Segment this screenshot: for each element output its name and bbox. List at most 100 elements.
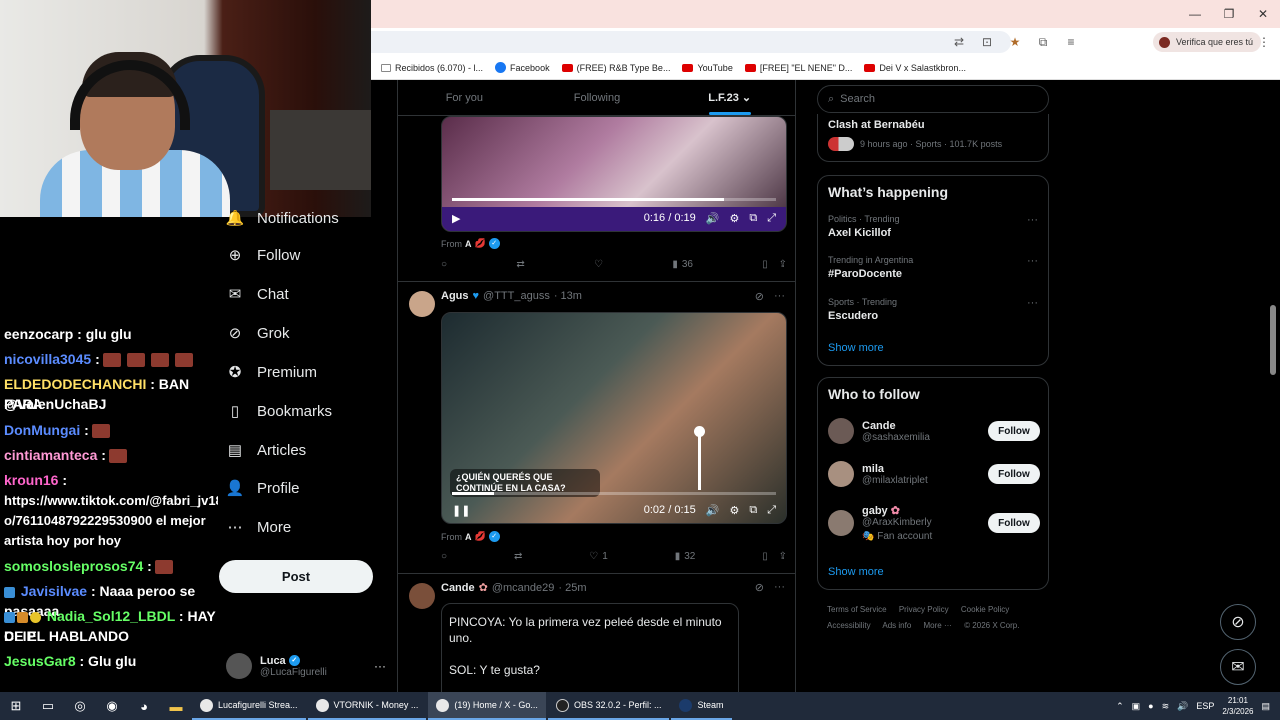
follow-button[interactable]: Follow: [988, 513, 1040, 533]
bookmark-item[interactable]: Recibidos (6.070) - l...: [381, 63, 483, 73]
notifications-icon[interactable]: ▤: [1261, 701, 1270, 712]
tweet-text-box[interactable]: PINCOYA: Yo la primera vez peleé desde e…: [441, 603, 739, 692]
grok-icon[interactable]: ⊘: [755, 581, 764, 594]
taskbar-app[interactable]: VTORNIK - Money ...: [307, 692, 427, 720]
nav-articles[interactable]: ▤ Articles: [226, 437, 306, 463]
views-button[interactable]: ▮ 32: [675, 551, 696, 562]
nav-bookmarks[interactable]: ▯ Bookmarks: [226, 398, 332, 424]
taskbar-app[interactable]: Lucafigurelli Strea...: [192, 692, 306, 720]
author-handle[interactable]: @mcande29: [492, 582, 555, 594]
grok-fab-button[interactable]: ⊘: [1220, 604, 1256, 640]
nav-follow[interactable]: ⊕ Follow: [226, 242, 301, 268]
volume-icon[interactable]: 🔊: [706, 212, 720, 225]
more-icon[interactable]: ···: [774, 581, 785, 594]
footer-link[interactable]: Accessibility: [827, 621, 871, 630]
nav-grok[interactable]: ⊘ Grok: [226, 320, 290, 346]
footer-link[interactable]: Privacy Policy: [899, 605, 949, 614]
nav-chat[interactable]: ✉ Chat: [226, 281, 289, 307]
wifi-icon[interactable]: ≋: [1162, 701, 1170, 712]
volume-slider[interactable]: [698, 428, 701, 490]
views-button[interactable]: ▮ 36: [672, 259, 693, 270]
taskbar-app[interactable]: (19) Home / X - Go...: [428, 692, 546, 720]
footer-link[interactable]: Cookie Policy: [961, 605, 1009, 614]
trend-item[interactable]: Sports · Trending Escudero: [828, 297, 897, 322]
settings-icon[interactable]: ⚙: [729, 504, 739, 517]
avatar[interactable]: [409, 291, 435, 317]
chevron-up-icon[interactable]: ⌃: [1116, 701, 1124, 712]
reply-button[interactable]: ○: [441, 551, 447, 562]
bookmark-button[interactable]: ▯ ⇪: [762, 259, 787, 270]
translate-icon[interactable]: ⇄: [950, 33, 968, 51]
show-more-link[interactable]: Show more: [828, 566, 884, 578]
more-icon[interactable]: ···: [774, 290, 785, 303]
bookmark-item[interactable]: YouTube: [682, 63, 733, 73]
page-scrollbar[interactable]: [1270, 305, 1276, 375]
language-indicator[interactable]: ESP: [1196, 701, 1214, 711]
profile-verify-pill[interactable]: Verifica que eres tú: [1153, 32, 1262, 52]
taskbar-app[interactable]: Steam: [671, 692, 732, 720]
grok-icon[interactable]: ⊘: [755, 290, 764, 303]
volume-slider-handle[interactable]: [694, 426, 705, 437]
nav-premium[interactable]: ✪ Premium: [226, 359, 317, 385]
fullscreen-icon[interactable]: ⤢: [767, 504, 776, 517]
restore-button[interactable]: ❐: [1212, 0, 1246, 28]
follow-button[interactable]: Follow: [988, 421, 1040, 441]
footer-link[interactable]: Ads info: [882, 621, 911, 630]
bookmark-button[interactable]: ▯ ⇪: [762, 551, 787, 562]
windows-start-icon[interactable]: ⊞: [0, 692, 32, 720]
microphone-icon[interactable]: ●: [1148, 701, 1153, 711]
bookmark-item[interactable]: Dei V x Salastkbron...: [864, 63, 966, 73]
nav-more[interactable]: ⋯ More: [226, 514, 292, 540]
author-name[interactable]: Agus: [441, 290, 469, 302]
follow-suggestion[interactable]: Cande @sashaxemilia Follow: [828, 418, 1040, 444]
reply-button[interactable]: ○: [441, 259, 447, 270]
video-progress[interactable]: [452, 492, 776, 495]
more-icon[interactable]: ···: [1027, 214, 1038, 226]
avatar[interactable]: [409, 583, 435, 609]
search-icon[interactable]: ◎: [64, 692, 96, 720]
folder-icon[interactable]: ▬: [160, 692, 192, 720]
search-input[interactable]: ⌕ Search: [817, 85, 1049, 113]
more-icon[interactable]: ···: [1027, 255, 1038, 267]
like-button[interactable]: ♡ 1: [589, 551, 608, 562]
reading-list-icon[interactable]: ≡: [1062, 33, 1080, 51]
video-progress[interactable]: [452, 198, 776, 201]
pause-icon[interactable]: ❚❚: [452, 504, 470, 517]
from-name[interactable]: A: [465, 239, 472, 249]
trend-item[interactable]: Politics · Trending Axel Kicillof: [828, 214, 900, 239]
trend-item[interactable]: Trending in Argentina #ParoDocente: [828, 255, 913, 280]
footer-link[interactable]: More ···: [924, 621, 952, 630]
tweet-time[interactable]: · 13m: [554, 290, 582, 302]
account-switcher[interactable]: Luca ✓ @LucaFigurelli ···: [226, 649, 386, 683]
star-icon[interactable]: ★: [1006, 33, 1024, 51]
pip-icon[interactable]: ⧉: [749, 504, 757, 517]
steam-icon[interactable]: ◉: [96, 692, 128, 720]
trend-card-top[interactable]: Clash at Bernabéu 9 hours ago · Sports ·…: [817, 114, 1049, 162]
close-window-button[interactable]: ✕: [1246, 0, 1280, 28]
bookmark-item[interactable]: [FREE] "EL NENE" D...: [744, 63, 852, 73]
discord-icon[interactable]: ◕: [128, 692, 160, 720]
more-icon[interactable]: ···: [1027, 297, 1038, 309]
footer-link[interactable]: Terms of Service: [827, 605, 887, 614]
task-view-icon[interactable]: ▭: [32, 692, 64, 720]
install-app-icon[interactable]: ⊡: [978, 33, 996, 51]
tweet-video[interactable]: ¿QUIÉN QUERÉS QUE CONTINÚE EN LA CASA? ❚…: [441, 312, 787, 524]
show-more-link[interactable]: Show more: [828, 342, 884, 354]
from-name[interactable]: A: [465, 532, 472, 542]
author-name[interactable]: Cande: [441, 582, 475, 594]
tab-for-you[interactable]: For you: [398, 80, 531, 115]
url-field[interactable]: [371, 31, 1011, 53]
account-menu-icon[interactable]: ···: [374, 659, 386, 673]
repost-button[interactable]: ⇄: [514, 551, 522, 562]
extensions-icon[interactable]: ⧉: [1034, 33, 1052, 51]
nav-notifications[interactable]: 🔔 Notifications: [226, 205, 339, 231]
tweet-video[interactable]: ▶ 0:16 / 0:19 🔊 ⚙ ⧉ ⤢: [441, 116, 787, 232]
fullscreen-icon[interactable]: ⤢: [767, 212, 776, 225]
tab-following[interactable]: Following: [531, 80, 664, 115]
browser-menu-icon[interactable]: ⋮: [1258, 35, 1270, 49]
tab-list[interactable]: L.F.23 ⌄: [663, 80, 795, 115]
nav-profile[interactable]: 👤 Profile: [226, 475, 300, 501]
bookmark-item[interactable]: Facebook: [495, 62, 550, 73]
like-button[interactable]: ♡: [594, 259, 603, 270]
tweet-time[interactable]: · 25m: [558, 582, 586, 594]
